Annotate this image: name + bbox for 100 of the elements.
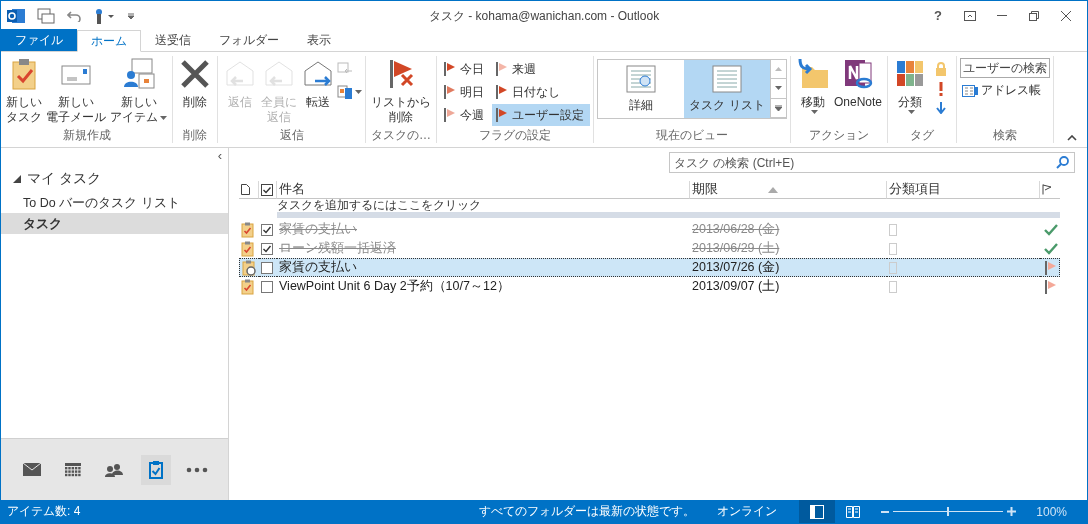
ribbon-button[interactable]: OneNote xyxy=(832,56,885,111)
group-label: フラグの設定 xyxy=(479,127,551,143)
restore-icon xyxy=(1029,10,1039,21)
item-count: アイテム数: 4 xyxy=(7,503,81,520)
people-search-field[interactable]: ユーザーの検索 xyxy=(960,58,1051,78)
flag-button[interactable]: 日付なし xyxy=(492,81,590,103)
due-date: 2013/06/29 (土) xyxy=(692,240,780,257)
undo-icon[interactable] xyxy=(67,9,81,22)
flag-outline-icon xyxy=(1042,184,1052,195)
touch-mode-icon[interactable] xyxy=(93,7,115,24)
caret-up-icon xyxy=(775,67,782,72)
zoom-in-icon[interactable] xyxy=(1007,507,1017,516)
category-box xyxy=(889,280,897,293)
caret-icon xyxy=(160,115,167,120)
folder-item[interactable]: To Do バーのタスク リスト xyxy=(1,192,228,213)
address-book-button[interactable]: アドレス帳 xyxy=(960,80,1051,101)
task-subject: ローン残額一括返済 xyxy=(279,240,396,257)
close-icon xyxy=(1061,10,1071,21)
view-option[interactable]: タスク リスト xyxy=(684,60,770,118)
app-logo-icon[interactable] xyxy=(7,7,25,24)
flag-button[interactable]: 今週 xyxy=(440,104,490,126)
flag-button[interactable]: 来週 xyxy=(492,58,590,80)
new-items-icon xyxy=(121,57,156,91)
group-label: アクション xyxy=(809,127,869,143)
group-label: タスクの… xyxy=(371,127,431,143)
group-label: 現在のビュー xyxy=(656,127,728,143)
flag-button[interactable]: 明日 xyxy=(440,81,490,103)
task-checkbox[interactable] xyxy=(261,223,273,236)
mail-icon xyxy=(22,463,41,476)
zoom-level[interactable]: 100% xyxy=(1036,504,1067,519)
nav-button[interactable] xyxy=(140,454,171,485)
caret-icon xyxy=(355,90,362,94)
due-date: 2013/06/28 (金) xyxy=(692,221,780,238)
connection-status: オンライン xyxy=(717,503,778,520)
group-label: 新規作成 xyxy=(62,127,111,143)
folder-item[interactable]: タスク xyxy=(1,213,228,234)
normal-view-button[interactable] xyxy=(799,500,836,523)
group-label: 返信 xyxy=(279,127,304,143)
collapse-pane-button[interactable]: ‹ xyxy=(217,148,222,164)
more-respond-button[interactable] xyxy=(337,84,362,100)
flag-button[interactable]: 今日 xyxy=(440,58,490,80)
ribbon-button[interactable]: 新しい タスク xyxy=(4,56,44,126)
checkmark-icon[interactable] xyxy=(1044,223,1058,236)
task-icon xyxy=(148,460,163,479)
help-button[interactable]: ? xyxy=(923,4,953,27)
flag-button[interactable]: ユーザー設定 xyxy=(492,104,590,126)
ribbon-button[interactable]: 移動 xyxy=(794,56,832,115)
collapse-ribbon-icon[interactable] xyxy=(1067,135,1077,141)
ribbon-display-icon xyxy=(964,10,976,21)
arrow-down-icon[interactable] xyxy=(936,102,947,114)
checkmark-icon[interactable] xyxy=(1044,242,1058,255)
address-book-icon xyxy=(962,84,979,97)
ribbon-button[interactable]: 転送 xyxy=(299,56,337,111)
normal-view-icon xyxy=(810,504,825,519)
ribbon-button[interactable]: 削除 xyxy=(176,56,214,111)
ribbon-button[interactable]: リストから 削除 xyxy=(369,56,433,126)
task-checkbox[interactable] xyxy=(261,280,273,293)
caret-down-icon xyxy=(775,86,782,91)
ribbon-button[interactable]: 分類 xyxy=(891,56,930,115)
group-label: タグ xyxy=(910,127,935,143)
category-box xyxy=(889,242,897,255)
reading-view-icon xyxy=(846,505,861,518)
task-checkbox[interactable] xyxy=(261,261,273,274)
task-subject: 家賃の支払い xyxy=(279,259,357,276)
task-subject: ViewPoint Unit 6 Day 2予約（10/7～12） xyxy=(279,278,510,295)
device-icon xyxy=(337,84,353,100)
group-label: 削除 xyxy=(183,127,207,143)
caret-icon xyxy=(907,110,915,114)
sync-status: すべてのフォルダーは最新の状態です。 xyxy=(479,503,696,520)
search-field[interactable]: タスク の検索 (Ctrl+E) xyxy=(669,152,1075,173)
exclamation-icon[interactable] xyxy=(939,82,944,96)
category-box xyxy=(889,261,897,274)
list-view-icon xyxy=(712,64,742,93)
window-title: タスク - kohama@wanichan.com - Outlook xyxy=(428,8,660,25)
zoom-out-icon[interactable] xyxy=(881,510,890,513)
minimize-icon xyxy=(997,14,1007,17)
task-checkbox[interactable] xyxy=(261,242,273,255)
expand-triangle-icon xyxy=(13,175,21,183)
ribbon-tab[interactable]: ホーム xyxy=(77,30,141,52)
document-icon xyxy=(241,184,250,195)
due-date: 2013/07/26 (金) xyxy=(692,259,780,276)
add-task-prompt[interactable]: タスクを追加するにはここをクリック xyxy=(277,197,481,214)
due-date: 2013/09/07 (土) xyxy=(692,278,780,295)
calendar-icon xyxy=(65,462,82,477)
customize-icon[interactable] xyxy=(127,11,135,20)
ribbon-tab[interactable]: ファイル xyxy=(1,29,77,51)
column-header[interactable]: 期限 xyxy=(690,181,887,199)
folder-group-header[interactable]: マイ タスク xyxy=(1,166,228,192)
column-header[interactable]: 件名 xyxy=(277,181,690,199)
expand-icon xyxy=(775,104,782,111)
detail-view-icon xyxy=(626,64,656,93)
flag-icon xyxy=(1044,260,1057,275)
flag-icon xyxy=(1045,279,1057,294)
search-icon[interactable] xyxy=(1056,156,1069,169)
caret-icon xyxy=(810,110,818,114)
sort-ascending-icon xyxy=(768,186,778,193)
send-receive-icon[interactable] xyxy=(37,7,55,24)
ribbon-button[interactable]: 新しい 電子メール xyxy=(44,56,108,126)
ribbon-button[interactable]: 新しい アイテム xyxy=(108,56,169,126)
column-header[interactable]: 分類項目 xyxy=(887,181,1040,199)
